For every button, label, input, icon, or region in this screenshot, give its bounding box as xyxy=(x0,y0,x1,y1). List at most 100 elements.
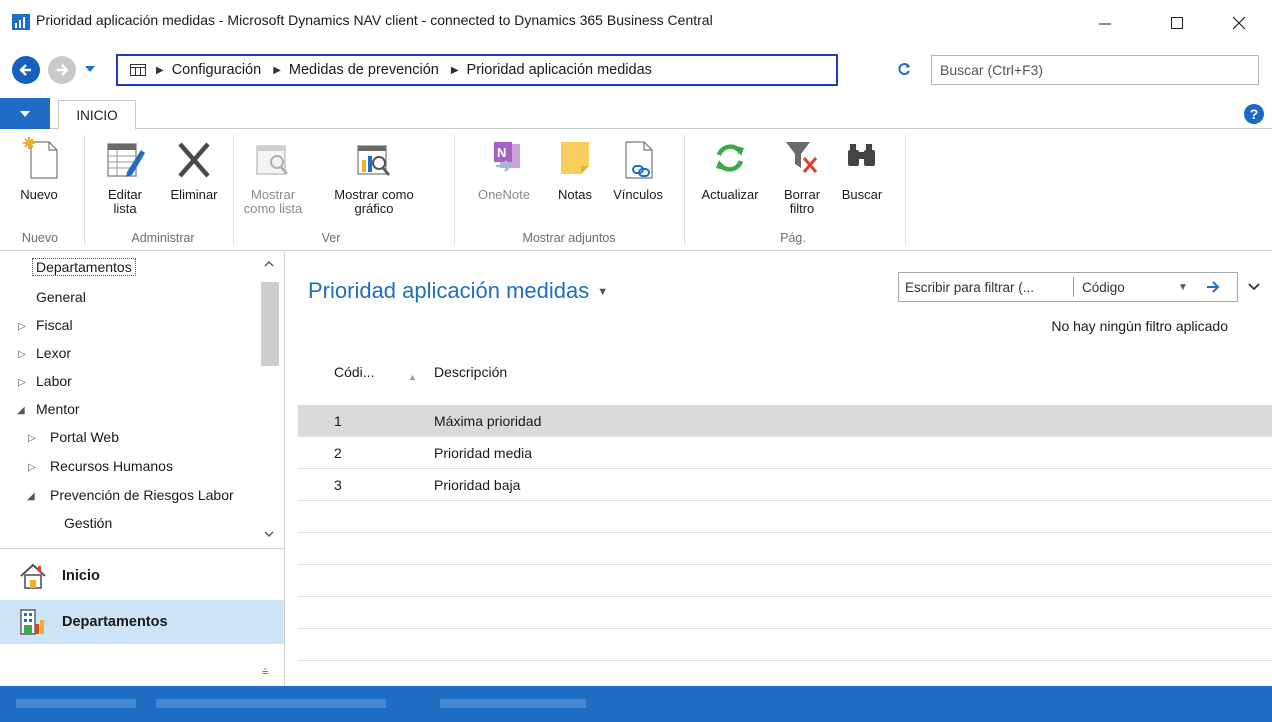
close-icon xyxy=(1232,16,1246,30)
ribbon-tab-strip: INICIO ? xyxy=(0,98,1272,130)
home-icon xyxy=(20,563,46,589)
edit-list-icon xyxy=(107,143,145,177)
expand-arrow-icon[interactable]: ▷ xyxy=(28,433,36,444)
breadcrumb-separator-icon: ▶ xyxy=(450,64,459,76)
tree-item-labor[interactable]: Labor xyxy=(36,373,72,389)
eliminar-button[interactable]: Eliminar xyxy=(162,133,226,202)
group-label-administrar: Administrar xyxy=(131,231,195,245)
refresh-icon[interactable] xyxy=(898,62,912,76)
group-label-adjuntos: Mostrar adjuntos xyxy=(522,231,616,245)
apply-filter-button[interactable] xyxy=(1198,273,1228,301)
tree-item-fiscal[interactable]: Fiscal xyxy=(36,317,73,333)
filter-input[interactable]: Escribir para filtrar (... xyxy=(899,280,1073,295)
column-header-descripcion[interactable]: Descripción xyxy=(434,364,507,380)
back-button[interactable] xyxy=(12,56,40,84)
column-header-codigo[interactable]: Códi... xyxy=(334,364,374,380)
search-input[interactable]: Buscar (Ctrl+F3) xyxy=(931,55,1259,85)
expand-arrow-icon[interactable]: ▷ xyxy=(18,377,26,388)
divider xyxy=(0,548,285,549)
borrar-filtro-button[interactable]: Borrar filtro xyxy=(776,133,828,216)
departments-icon xyxy=(20,609,44,635)
maximize-button[interactable] xyxy=(1154,8,1200,38)
editar-label-1: Editar xyxy=(108,187,142,202)
minimize-button[interactable] xyxy=(1082,8,1128,38)
eliminar-label: Eliminar xyxy=(170,187,218,202)
table-row[interactable]: 2 Prioridad media xyxy=(298,437,1272,469)
mostrar-como-lista-button[interactable]: Mostrar como lista xyxy=(240,133,306,216)
tab-inicio[interactable]: INICIO xyxy=(58,100,136,130)
tree-item-lexor[interactable]: Lexor xyxy=(36,345,71,361)
status-bar xyxy=(0,686,1272,722)
notas-label: Notas xyxy=(558,187,592,202)
onenote-button[interactable]: N OneNote xyxy=(466,133,542,202)
buscar-button[interactable]: Buscar xyxy=(836,133,888,202)
tree-item-general[interactable]: General xyxy=(36,289,86,305)
nav-button-departamentos[interactable]: Departamentos xyxy=(0,600,284,644)
group-label-pag: Pág. xyxy=(780,231,806,245)
tree-item-recursos-humanos[interactable]: Recursos Humanos xyxy=(50,458,173,474)
page-title-text: Prioridad aplicación medidas xyxy=(308,278,590,303)
tree-item-prevencion[interactable]: Prevención de Riesgos Labor xyxy=(50,487,258,503)
table-row[interactable]: 1 Máxima prioridad xyxy=(298,405,1272,437)
mostrar-grafico-label-1: Mostrar como xyxy=(334,187,414,202)
breadcrumb-item[interactable]: Configuración xyxy=(172,62,261,78)
scroll-up-icon[interactable] xyxy=(264,260,274,268)
configure-buttons-icon[interactable]: ⩮ xyxy=(262,666,268,679)
onenote-label: OneNote xyxy=(477,187,531,202)
refresh-green-icon xyxy=(716,144,744,172)
tree-item-mentor[interactable]: Mentor xyxy=(36,401,80,417)
maximize-icon xyxy=(1171,17,1183,29)
scroll-thumb[interactable] xyxy=(261,282,279,366)
group-label-ver: Ver xyxy=(321,231,341,245)
help-icon[interactable]: ? xyxy=(1244,104,1264,124)
page-title[interactable]: Prioridad aplicación medidas ▼ xyxy=(308,278,608,304)
ribbon-separator xyxy=(905,135,906,245)
application-menu-button[interactable] xyxy=(0,98,50,129)
filter-field-dropdown-icon[interactable]: ▼ xyxy=(1178,282,1198,293)
chevron-down-icon[interactable] xyxy=(1248,282,1260,292)
nuevo-label: Nuevo xyxy=(20,187,58,202)
grid-icon[interactable] xyxy=(130,64,146,76)
table-row[interactable]: 3 Prioridad baja xyxy=(298,469,1272,501)
onenote-icon: N xyxy=(494,142,520,172)
group-label-nuevo: Nuevo xyxy=(21,231,59,245)
nuevo-button[interactable]: Nuevo xyxy=(14,133,64,202)
nav-scrollbar[interactable] xyxy=(259,252,281,548)
scroll-down-icon[interactable] xyxy=(264,530,274,538)
clear-filter-icon xyxy=(786,142,818,173)
dynamics-app-icon xyxy=(12,14,30,30)
expand-arrow-icon[interactable]: ▷ xyxy=(18,321,26,332)
arrow-right-icon xyxy=(1207,281,1220,293)
forward-button[interactable] xyxy=(48,56,76,84)
arrow-right-icon xyxy=(57,64,69,76)
collapse-arrow-icon[interactable]: ◢ xyxy=(27,491,35,502)
notas-button[interactable]: Notas xyxy=(550,133,600,202)
window-title: Prioridad aplicación medidas - Microsoft… xyxy=(36,12,713,28)
tree-item-departamentos[interactable]: Departamentos xyxy=(32,258,136,276)
ribbon-separator xyxy=(84,135,85,245)
editar-lista-button[interactable]: Editar lista xyxy=(100,133,150,216)
ribbon-separator xyxy=(233,135,234,245)
history-dropdown-icon[interactable] xyxy=(84,64,96,74)
collapse-arrow-icon[interactable]: ◢ xyxy=(17,405,25,416)
title-dropdown-icon[interactable]: ▼ xyxy=(597,286,608,298)
sort-ascending-icon: ▲ xyxy=(408,372,417,382)
filter-field-select[interactable]: Código xyxy=(1074,280,1178,295)
expand-arrow-icon[interactable]: ▷ xyxy=(28,462,36,473)
mostrar-lista-label-1: Mostrar xyxy=(250,187,296,202)
nav-button-label: Inicio xyxy=(62,568,100,584)
new-document-icon xyxy=(23,137,58,179)
expand-arrow-icon[interactable]: ▷ xyxy=(18,349,26,360)
nav-button-inicio[interactable]: Inicio xyxy=(0,554,284,598)
nav-tree: Departamentos General ▷ Fiscal ▷ Lexor ▷… xyxy=(0,252,285,548)
breadcrumb-item[interactable]: Prioridad aplicación medidas xyxy=(467,62,652,78)
mostrar-como-grafico-button[interactable]: Mostrar como gráfico xyxy=(328,133,420,216)
tree-item-portal-web[interactable]: Portal Web xyxy=(50,429,119,445)
vinculos-button[interactable]: Vínculos xyxy=(606,133,670,202)
close-button[interactable] xyxy=(1216,8,1262,38)
navigation-pane: Departamentos General ▷ Fiscal ▷ Lexor ▷… xyxy=(0,252,285,686)
actualizar-button[interactable]: Actualizar xyxy=(694,133,766,202)
ribbon-separator xyxy=(684,135,685,245)
breadcrumb-item[interactable]: Medidas de prevención xyxy=(289,62,439,78)
tree-item-gestion[interactable]: Gestión xyxy=(64,515,112,531)
